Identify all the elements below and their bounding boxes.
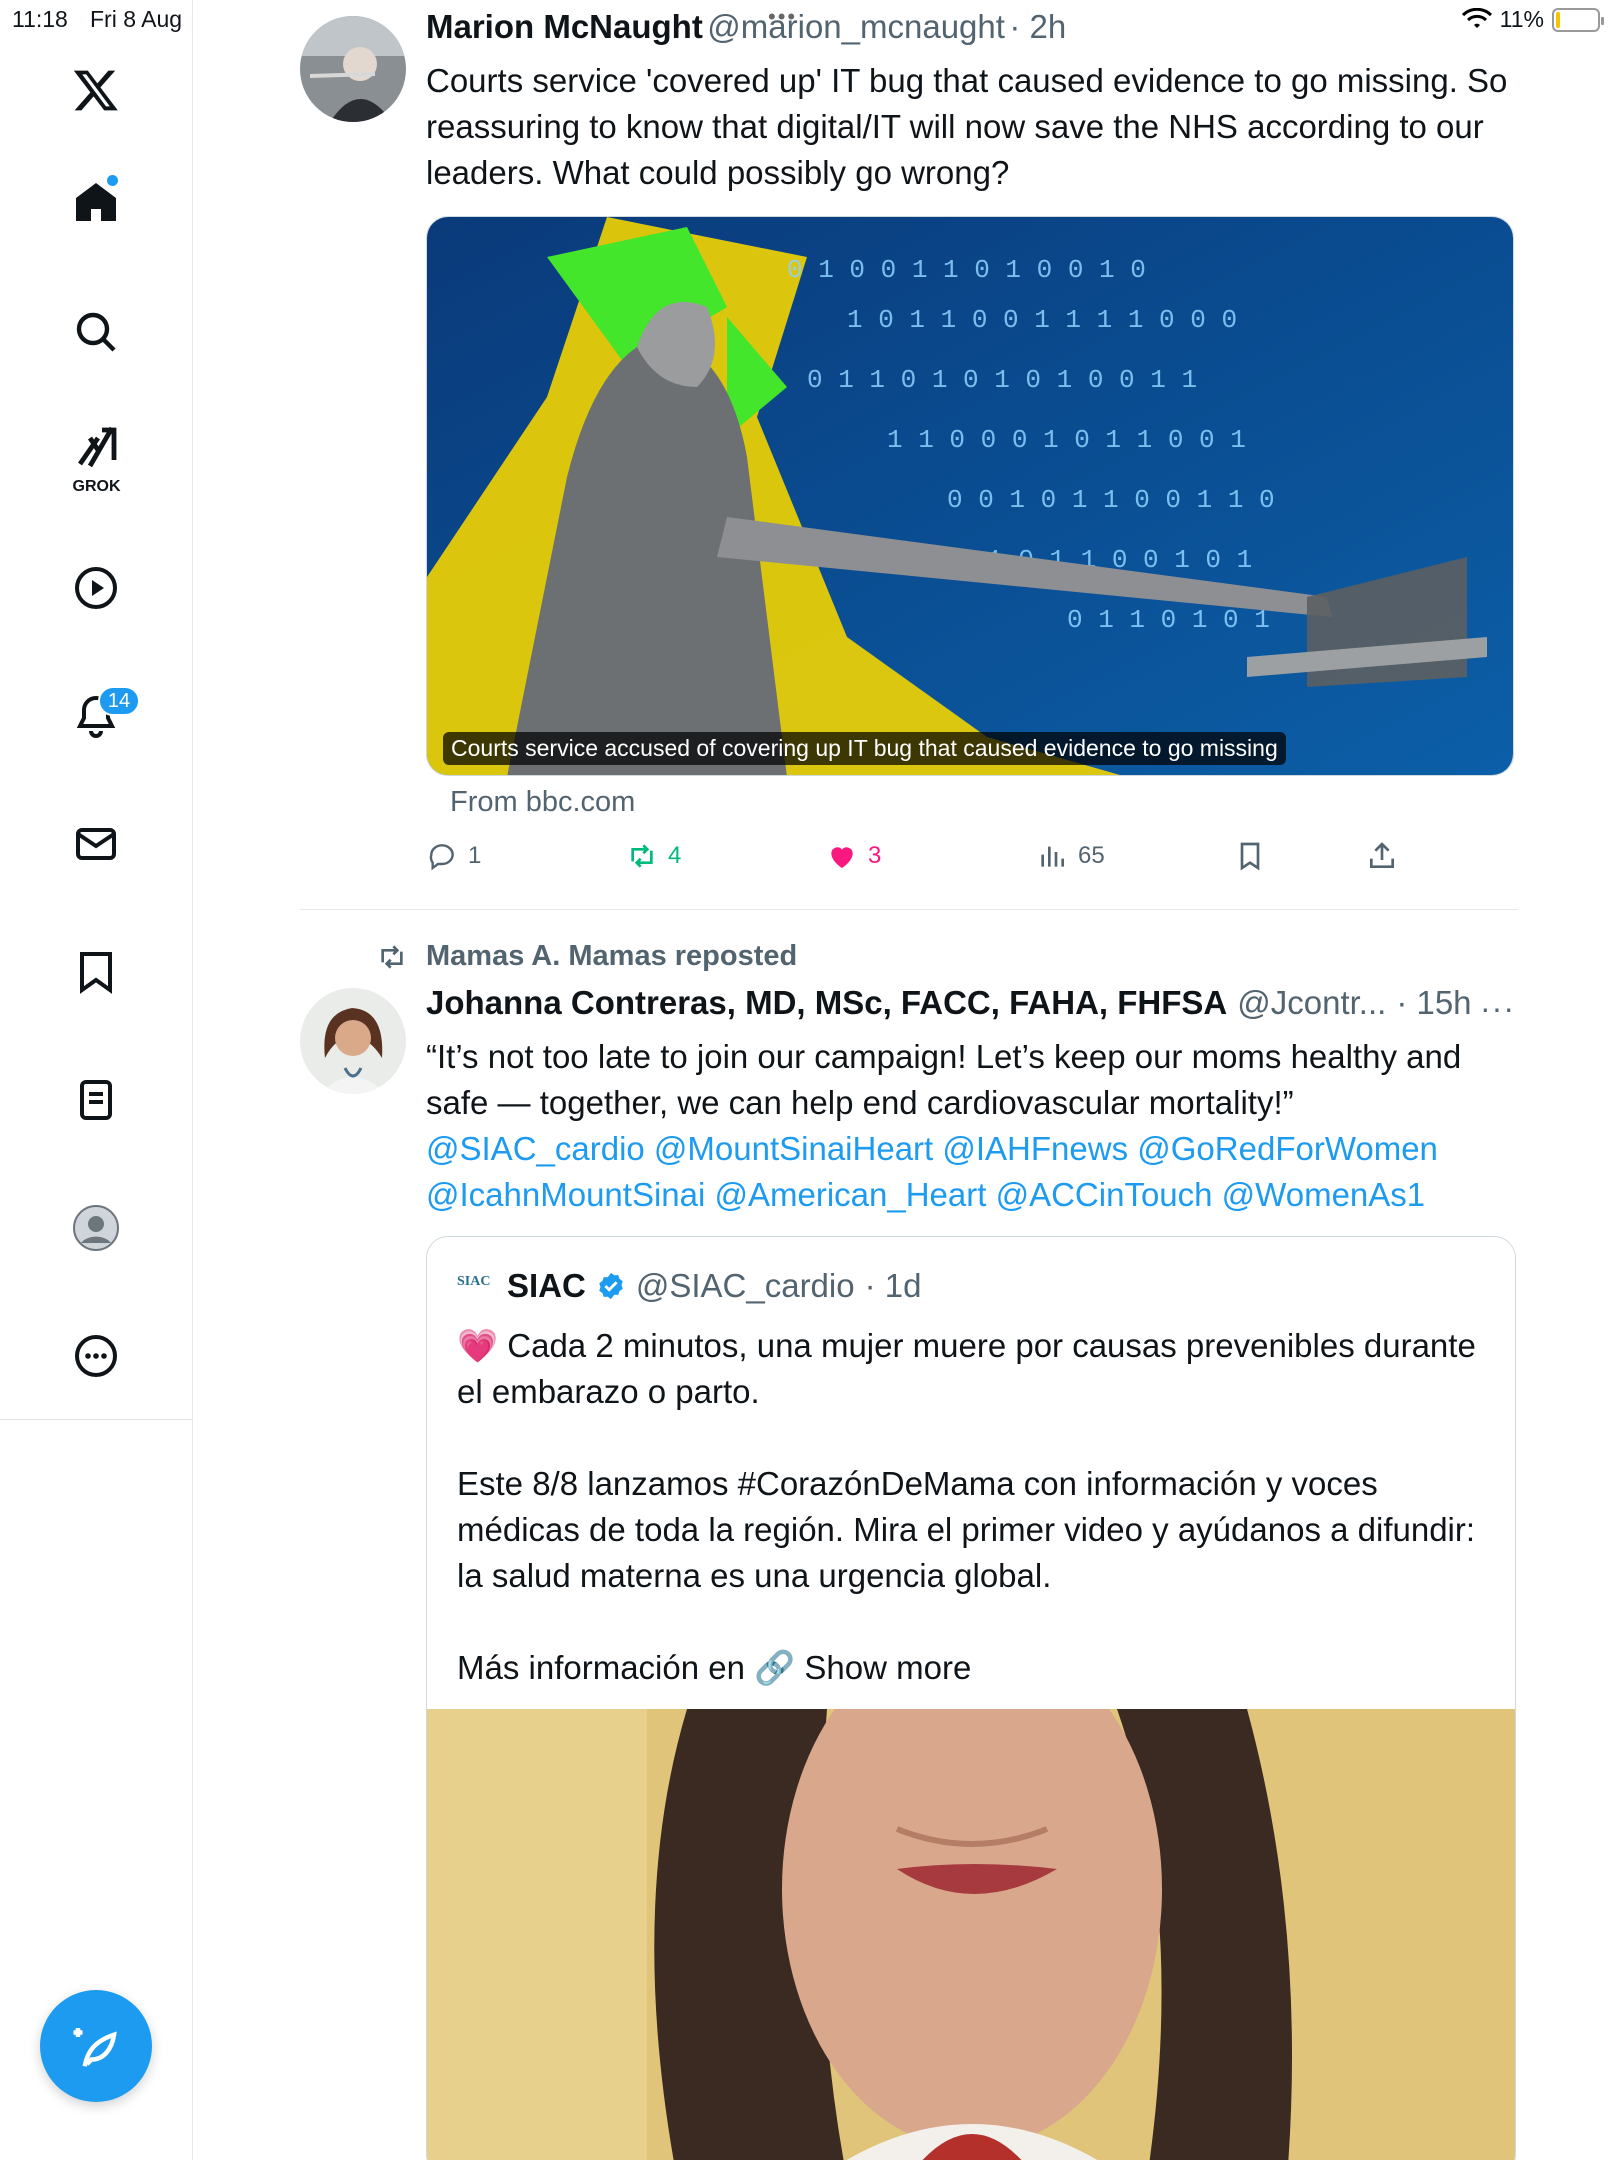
battery-percent: 11% [1499,6,1544,32]
more-options-icon[interactable]: ··· [1480,990,1515,1027]
like-count: 3 [868,842,882,869]
share-icon [1370,842,1394,868]
more-icon[interactable] [60,1320,132,1392]
svg-text:0 1 1 0 1 0 1: 0 1 1 0 1 0 1 [1067,605,1270,635]
repost-context[interactable]: Mamas A. Mamas reposted [376,940,797,973]
wifi-icon [1461,7,1492,32]
bookmark-icon [1240,842,1260,871]
bookmarks-icon[interactable] [60,936,132,1008]
quote-text: 💗 Cada 2 minutos, una mujer muere por ca… [457,1323,1487,1691]
svg-text:0 1 0 0 1 1 0 1 0 0 1 0: 0 1 0 0 1 1 0 1 0 0 1 0 [787,255,1146,285]
tweet-text: “It’s not too late to join our campaign!… [426,1034,1526,1218]
notifications-badge: 14 [98,686,140,716]
compose-button[interactable] [40,1990,152,2102]
heart-filled-icon [831,847,853,868]
author-handle[interactable]: @marion_mcnaught [707,8,1005,45]
svg-text:1 1 0 0 0 1 0 1 1 0 0 1: 1 1 0 0 0 1 0 1 1 0 0 1 [887,425,1246,455]
verified-badge-icon [599,1272,623,1300]
video-icon[interactable] [60,552,132,624]
siac-logo: SIAC [457,1274,491,1289]
link-card-source[interactable]: From bbc.com [450,786,635,819]
bookmark-button[interactable] [1234,840,1266,872]
svg-text:0 1 1 0 1 0 1 0 1 0 0 1 1: 0 1 1 0 1 0 1 0 1 0 0 1 1 [807,365,1197,395]
author-name[interactable]: Johanna Contreras, MD, MSc, FACC, FAHA, … [426,984,1227,1022]
home-unread-dot [107,175,118,186]
quote-video-thumbnail[interactable] [427,1709,1515,2160]
status-indicators: 11% [1461,6,1604,33]
quote-author-handle[interactable]: @SIAC_cardio [636,1267,855,1305]
doctor-video-frame [427,1709,1515,2160]
quoted-tweet[interactable]: SIAC SIAC @SIAC_cardio · 1d 💗 Cada 2 min… [426,1236,1516,2160]
like-button[interactable]: 3 [826,840,881,872]
reply-icon [429,844,454,871]
quote-author-name[interactable]: SIAC [507,1267,586,1305]
share-button[interactable] [1366,840,1398,872]
tweet-header: Marion McNaught @marion_mcnaught · 2h [426,8,1066,46]
profile-icon[interactable] [60,1192,132,1264]
tweet-body: “It’s not too late to join our campaign!… [426,1038,1462,1121]
sidebar-divider [0,1419,193,1420]
repost-button[interactable]: 4 [626,840,681,872]
x-logo[interactable] [60,54,132,126]
battery-icon [1552,7,1604,32]
svg-text:1 0 1 1 0 0 1 1 1 1 0 0 0: 1 0 1 1 0 0 1 1 1 1 0 0 0 [847,305,1237,335]
link-card-image[interactable]: 0 1 0 0 1 1 0 1 0 0 1 0 1 0 1 1 0 0 1 1 … [426,216,1514,776]
repost-label: Mamas A. Mamas reposted [426,940,798,972]
lists-icon[interactable] [60,1064,132,1136]
tweet-header: Johanna Contreras, MD, MSc, FACC, FAHA, … [426,984,1472,1022]
quote-body: 💗 Cada 2 minutos, una mujer muere por ca… [457,1327,1476,1686]
tweet-time[interactable]: · 15h [1396,984,1471,1022]
grok-icon[interactable] [60,418,132,478]
repost-count: 4 [668,842,682,869]
avatar[interactable] [300,16,406,122]
reply-count: 1 [468,842,482,869]
reply-button[interactable]: 1 [426,840,481,872]
repost-icon [631,844,653,868]
tweet-time[interactable]: · 2h [1009,8,1066,45]
home-icon[interactable] [60,166,132,238]
tweet-divider [300,909,1518,910]
sidebar: GROK 14 [0,0,193,2160]
svg-text:0 0 1 0 1 1 0 0 1 1 0: 0 0 1 0 1 1 0 0 1 1 0 [947,485,1275,515]
tweet-actions: 1 4 3 65 [426,840,1426,880]
quote-header: SIAC SIAC @SIAC_cardio · 1d [457,1267,921,1305]
views-button[interactable]: 65 [1036,840,1105,872]
author-name[interactable]: Marion McNaught [426,8,703,45]
link-card-caption: Courts service accused of covering up IT… [443,732,1286,765]
mentions-line[interactable]: @IcahnMountSinai @American_Heart @ACCinT… [426,1172,1526,1218]
views-count: 65 [1078,842,1105,869]
search-icon[interactable] [60,296,132,368]
lady-justice-binary-image: 0 1 0 0 1 1 0 1 0 0 1 0 1 0 1 1 0 0 1 1 … [427,217,1513,775]
show-more-link[interactable]: Show more [804,1649,971,1686]
views-icon [1041,846,1064,867]
grok-label: GROK [72,478,121,495]
mentions-line[interactable]: @SIAC_cardio @MountSinaiHeart @IAHFnews … [426,1126,1526,1172]
avatar[interactable] [300,988,406,1094]
author-handle[interactable]: @Jcontr... [1237,984,1386,1022]
repost-small-icon [381,944,403,969]
messages-icon[interactable] [60,808,132,880]
quote-time[interactable]: · 1d [865,1267,922,1305]
tweet-text: Courts service 'covered up' IT bug that … [426,62,1508,191]
compose-feather-icon [73,2028,117,2067]
